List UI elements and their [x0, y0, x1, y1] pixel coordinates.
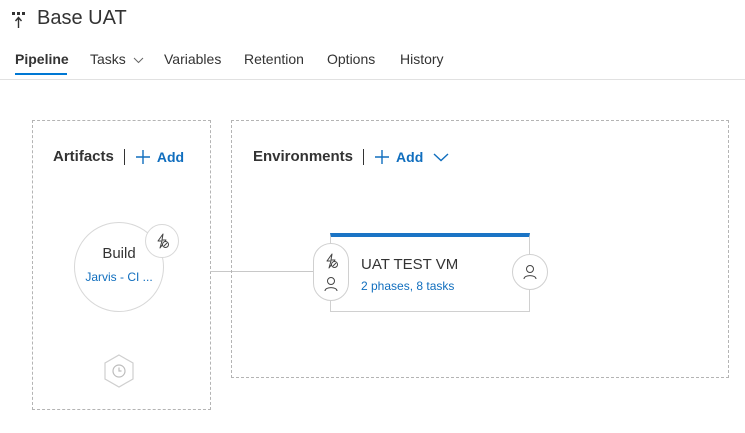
- page-title: Base UAT: [37, 7, 127, 29]
- tab-pipeline[interactable]: Pipeline: [15, 51, 69, 67]
- pre-deployment-conditions-button[interactable]: [313, 243, 349, 301]
- heading-separator: [123, 148, 125, 165]
- tab-label: Options: [327, 51, 376, 67]
- add-artifact-label: Add: [156, 148, 185, 165]
- tab-history[interactable]: History: [400, 51, 444, 67]
- tab-label: Variables: [164, 51, 222, 67]
- tab-label: History: [400, 51, 444, 67]
- environments-header: Environments Add: [253, 148, 449, 165]
- plus-icon: [375, 149, 390, 164]
- person-icon: [324, 277, 338, 292]
- chevron-down-icon: [133, 57, 144, 64]
- artifact-source-link[interactable]: Jarvis - CI ...: [74, 270, 164, 284]
- plus-icon: [135, 149, 150, 164]
- tab-variables[interactable]: Variables: [164, 51, 221, 67]
- tab-label: Retention: [244, 51, 304, 67]
- environment-name: UAT TEST VM: [361, 256, 459, 273]
- lightning-trigger-icon: [157, 233, 169, 249]
- tab-divider: [0, 79, 745, 80]
- tab-options[interactable]: Options: [327, 51, 375, 67]
- tab-label: Tasks: [90, 51, 126, 67]
- tab-tasks[interactable]: Tasks: [90, 51, 144, 67]
- person-icon: [523, 265, 537, 280]
- tab-label: Pipeline: [15, 51, 69, 67]
- add-environment-label: Add: [396, 148, 424, 165]
- add-artifact-button[interactable]: Add: [135, 149, 184, 165]
- artifacts-header: Artifacts Add: [53, 148, 184, 165]
- add-environment-button[interactable]: Add: [374, 149, 449, 165]
- post-deployment-conditions-button[interactable]: [512, 254, 548, 290]
- environment-tasks-link[interactable]: 2 phases, 8 tasks: [361, 279, 454, 293]
- chevron-down-icon: [433, 152, 449, 161]
- lightning-trigger-icon: [326, 253, 338, 269]
- continuous-deployment-trigger-button[interactable]: [145, 224, 179, 258]
- tab-retention[interactable]: Retention: [244, 51, 304, 67]
- artifacts-heading: Artifacts: [53, 148, 114, 165]
- environments-heading: Environments: [253, 148, 354, 165]
- heading-separator: [363, 148, 365, 165]
- selected-tab-indicator: [15, 73, 67, 75]
- release-pipeline-icon: [12, 12, 25, 28]
- schedule-trigger-icon[interactable]: [103, 354, 135, 388]
